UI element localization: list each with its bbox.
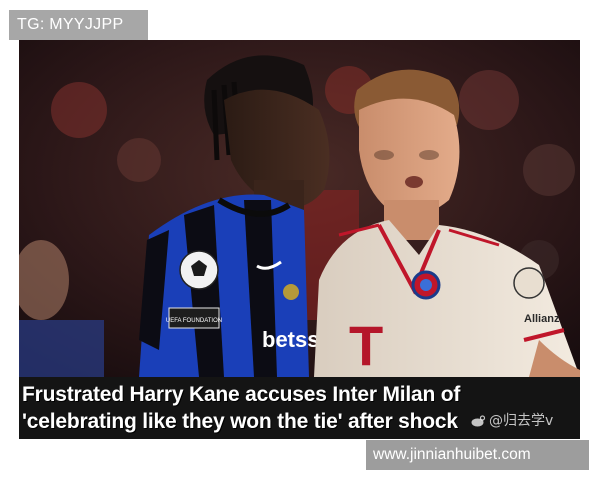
weibo-handle-text: @归去学v: [489, 413, 554, 429]
sponsor-t-logo: T: [349, 314, 383, 377]
headline-line-2: 'celebrating like they won the tie' afte…: [22, 410, 458, 433]
sleeve-patch-text: UEFA FOUNDATION: [166, 318, 222, 324]
site-url-text: www.jinnianhuibet.com: [373, 446, 531, 463]
sleeve-sponsor-text: Allianz: [524, 313, 560, 325]
headline-band: Frustrated Harry Kane accuses Inter Mila…: [19, 377, 580, 439]
headline-line-1: Frustrated Harry Kane accuses Inter Mila…: [22, 383, 461, 406]
photo-illustration: UEFA FOUNDATION betss T Allianz: [19, 40, 580, 377]
news-photo: UEFA FOUNDATION betss T Allianz: [19, 40, 580, 377]
tg-handle-text: TG: MYYJJPP: [17, 16, 124, 33]
weibo-icon: [471, 415, 486, 427]
weibo-watermark: @归去学v: [471, 409, 581, 433]
site-url-badge: www.jinnianhuibet.com: [366, 440, 589, 470]
shirt-sponsor-text: betss: [262, 327, 319, 352]
tg-watermark-badge: TG: MYYJJPP: [9, 10, 148, 40]
